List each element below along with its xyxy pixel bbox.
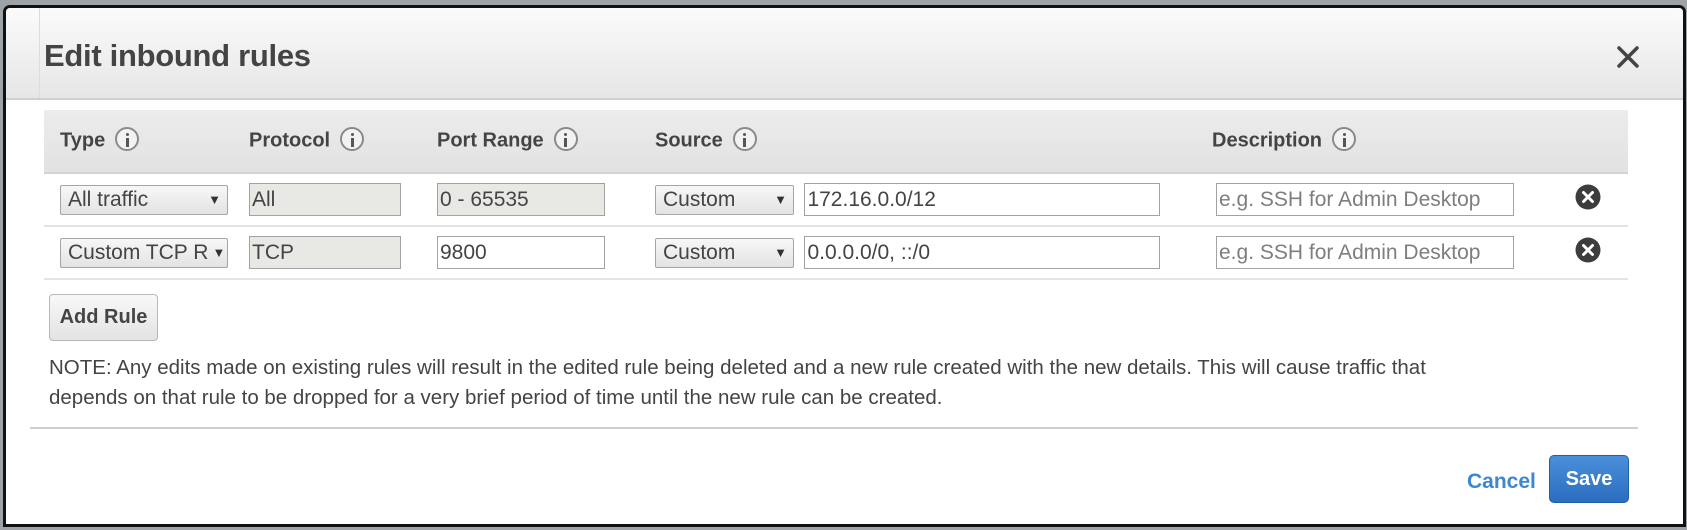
type-select-value: Custom TCP R [68,240,209,264]
type-select[interactable]: All traffic ▼ [60,184,228,215]
column-header-label: Source [655,129,723,152]
save-button[interactable]: Save [1549,455,1629,503]
column-header-label: Port Range [437,129,544,152]
info-icon[interactable] [553,127,578,151]
cell-description [1196,226,1548,280]
cell-actions [1548,173,1628,227]
cell-port-range [421,226,639,280]
type-select[interactable]: Custom TCP R ▼ [60,237,228,268]
info-icon[interactable] [115,127,140,151]
header-divider [39,8,40,98]
remove-circle-icon [1575,237,1601,263]
port-range-input[interactable] [437,236,605,269]
cancel-button[interactable]: Cancel [1467,470,1536,494]
inbound-rules-table: Type Protocol Port Range Source Descript… [44,110,1628,280]
edit-inbound-rules-dialog: Edit inbound rules Type Protocol Port Ra… [3,5,1686,527]
cell-port-range [421,173,639,227]
source-type-select[interactable]: Custom ▼ [655,184,794,215]
type-select-value: All traffic [68,187,149,211]
column-header-actions [1548,110,1628,174]
source-type-value: Custom [663,240,736,264]
dialog-header: Edit inbound rules [6,8,1683,100]
cell-description [1196,173,1548,227]
chevron-down-icon: ▼ [208,192,221,207]
table-header-row: Type Protocol Port Range Source Descript… [44,110,1628,174]
protocol-field [249,236,401,269]
info-icon[interactable] [1332,127,1357,151]
column-header-label: Description [1212,129,1323,152]
description-input[interactable] [1216,183,1514,216]
source-type-value: Custom [663,187,736,211]
edit-warning-note: NOTE: Any edits made on existing rules w… [49,356,1426,409]
cell-source: Custom ▼ [639,226,1196,280]
column-header-description: Description [1196,110,1549,174]
info-icon[interactable] [732,127,757,151]
table-row: Custom TCP R ▼ Custom ▼ [44,226,1628,280]
dialog-title: Edit inbound rules [44,38,311,73]
column-header-label: Type [60,129,106,152]
chevron-down-icon: ▼ [774,245,787,260]
cell-source: Custom ▼ [639,173,1196,227]
cell-protocol [233,173,421,227]
info-icon[interactable] [340,127,365,151]
column-header-label: Protocol [249,129,331,152]
source-cidr-input[interactable] [804,236,1161,269]
remove-rule-button[interactable] [1575,184,1601,210]
protocol-field [249,183,401,216]
footer-divider [30,427,1638,429]
cell-actions [1548,226,1628,280]
cell-protocol [233,226,421,280]
column-header-port-range: Port Range [421,110,640,174]
column-header-source: Source [639,110,1197,174]
source-cidr-input[interactable] [804,183,1161,216]
add-rule-button[interactable]: Add Rule [49,294,158,341]
column-header-protocol: Protocol [233,110,422,174]
remove-rule-button[interactable] [1575,237,1601,263]
chevron-down-icon: ▼ [212,245,226,260]
table-row: All traffic ▼ Custom ▼ [44,173,1628,227]
column-header-type: Type [44,110,234,174]
close-button[interactable] [1613,42,1643,72]
close-icon [1617,46,1639,68]
remove-circle-icon [1575,184,1601,210]
source-type-select[interactable]: Custom ▼ [655,237,794,268]
chevron-down-icon: ▼ [774,192,787,207]
cell-type: All traffic ▼ [44,173,233,227]
description-input[interactable] [1216,236,1514,269]
cell-type: Custom TCP R ▼ [44,226,233,280]
port-range-field [437,183,605,216]
